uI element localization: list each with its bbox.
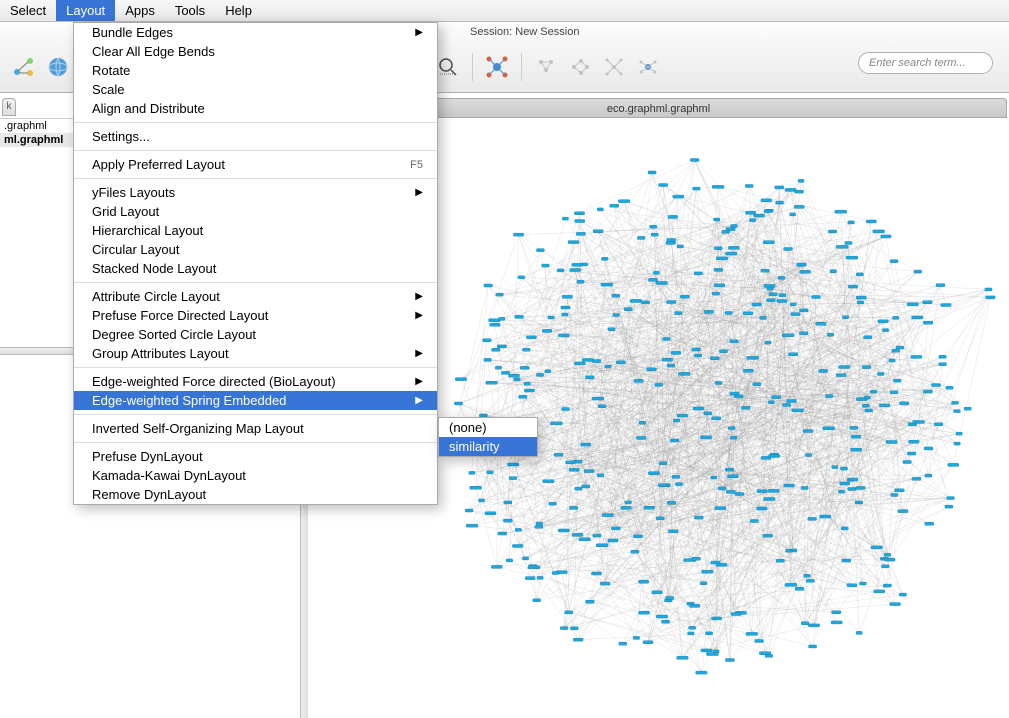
layout-small-2-icon[interactable] — [566, 53, 594, 81]
menu-help[interactable]: Help — [215, 0, 262, 21]
menu-item-label: Edge-weighted Spring Embedded — [92, 393, 286, 408]
menu-layout[interactable]: Layout — [56, 0, 115, 21]
menu-item-label: Remove DynLayout — [92, 487, 206, 502]
menu-item-label: Settings... — [92, 129, 150, 144]
menu-item-settings[interactable]: Settings... — [74, 127, 437, 146]
layout-small-3-icon[interactable] — [600, 53, 628, 81]
menu-item-label: Scale — [92, 82, 125, 97]
menu-item-edge-weighted-spring-embedded[interactable]: Edge-weighted Spring Embedded ▶ — [74, 391, 437, 410]
toolbar-separator — [472, 53, 473, 81]
menu-item-label: Prefuse Force Directed Layout — [92, 308, 268, 323]
network-icon[interactable] — [10, 53, 38, 81]
menu-item-label: Kamada-Kawai DynLayout — [92, 468, 246, 483]
chevron-right-icon: ▶ — [415, 291, 423, 302]
menu-separator — [74, 282, 437, 283]
submenu-item--none-[interactable]: (none) — [439, 418, 537, 437]
menu-item-hierarchical-layout[interactable]: Hierarchical Layout — [74, 221, 437, 240]
menu-item-label: Prefuse DynLayout — [92, 449, 203, 464]
menu-item-stacked-node-layout[interactable]: Stacked Node Layout — [74, 259, 437, 278]
menu-item-label: Align and Distribute — [92, 101, 205, 116]
menu-item-bundle-edges[interactable]: Bundle Edges ▶ — [74, 23, 437, 42]
menubar: SelectLayoutAppsToolsHelp — [0, 0, 1009, 22]
menu-separator — [74, 150, 437, 151]
menu-item-degree-sorted-circle-layout[interactable]: Degree Sorted Circle Layout — [74, 325, 437, 344]
globe-icon[interactable] — [44, 53, 72, 81]
magnifier-icon[interactable] — [434, 53, 462, 81]
chevron-right-icon: ▶ — [415, 376, 423, 387]
menu-item-yfiles-layouts[interactable]: yFiles Layouts ▶ — [74, 183, 437, 202]
menu-item-apply-preferred-layout[interactable]: Apply Preferred Layout F5 — [74, 155, 437, 174]
menu-item-inverted-self-organizing-map-layout[interactable]: Inverted Self-Organizing Map Layout — [74, 419, 437, 438]
menu-item-label: Edge-weighted Force directed (BioLayout) — [92, 374, 336, 389]
search-input[interactable]: Enter search term... — [858, 52, 993, 74]
menu-item-label: Degree Sorted Circle Layout — [92, 327, 256, 342]
menu-tools[interactable]: Tools — [165, 0, 215, 21]
menu-item-label: Stacked Node Layout — [92, 261, 216, 276]
menu-item-label: Grid Layout — [92, 204, 159, 219]
menu-item-rotate[interactable]: Rotate — [74, 61, 437, 80]
chevron-right-icon: ▶ — [415, 187, 423, 198]
menu-item-align-and-distribute[interactable]: Align and Distribute — [74, 99, 437, 118]
layout-menu-dropdown: Bundle Edges ▶ Clear All Edge Bends Rotate S… — [73, 22, 438, 505]
chevron-right-icon: ▶ — [415, 310, 423, 321]
menu-item-label: Clear All Edge Bends — [92, 44, 215, 59]
menu-item-label: Group Attributes Layout — [92, 346, 229, 361]
menu-item-label: Apply Preferred Layout — [92, 157, 225, 172]
menu-item-label: yFiles Layouts — [92, 185, 175, 200]
menu-item-label: Rotate — [92, 63, 130, 78]
menu-separator — [74, 178, 437, 179]
session-label: Session: New Session — [470, 26, 579, 38]
menu-apps[interactable]: Apps — [115, 0, 165, 21]
menu-separator — [74, 122, 437, 123]
menu-select[interactable]: Select — [0, 0, 56, 21]
menu-separator — [74, 367, 437, 368]
menu-separator — [74, 414, 437, 415]
chevron-right-icon: ▶ — [415, 348, 423, 359]
menu-item-label: Circular Layout — [92, 242, 179, 257]
menu-item-label: Bundle Edges — [92, 25, 173, 40]
menu-item-label: Inverted Self-Organizing Map Layout — [92, 421, 304, 436]
menu-item-grid-layout[interactable]: Grid Layout — [74, 202, 437, 221]
layout-submenu: (none)similarity — [438, 417, 538, 457]
chevron-right-icon: ▶ — [415, 27, 423, 38]
menu-item-remove-dynlayout[interactable]: Remove DynLayout — [74, 485, 437, 504]
menu-item-prefuse-force-directed-layout[interactable]: Prefuse Force Directed Layout ▶ — [74, 306, 437, 325]
menu-item-group-attributes-layout[interactable]: Group Attributes Layout ▶ — [74, 344, 437, 363]
menu-item-label: Attribute Circle Layout — [92, 289, 220, 304]
menu-shortcut: F5 — [410, 159, 423, 171]
layout-small-1-icon[interactable] — [532, 53, 560, 81]
left-panel-tab[interactable]: k — [2, 98, 16, 116]
menu-item-edge-weighted-force-directed-biolayout[interactable]: Edge-weighted Force directed (BioLayout)… — [74, 372, 437, 391]
layout-force-icon[interactable] — [483, 53, 511, 81]
menu-item-attribute-circle-layout[interactable]: Attribute Circle Layout ▶ — [74, 287, 437, 306]
search-placeholder: Enter search term... — [869, 57, 966, 69]
menu-item-label: Hierarchical Layout — [92, 223, 203, 238]
layout-small-4-icon[interactable] — [634, 53, 662, 81]
menu-item-circular-layout[interactable]: Circular Layout — [74, 240, 437, 259]
menu-separator — [74, 442, 437, 443]
menu-item-prefuse-dynlayout[interactable]: Prefuse DynLayout — [74, 447, 437, 466]
chevron-right-icon: ▶ — [415, 395, 423, 406]
menu-item-clear-all-edge-bends[interactable]: Clear All Edge Bends — [74, 42, 437, 61]
toolbar-separator — [521, 53, 522, 81]
submenu-item-similarity[interactable]: similarity — [439, 437, 537, 456]
menu-item-scale[interactable]: Scale — [74, 80, 437, 99]
menu-item-kamada-kawai-dynlayout[interactable]: Kamada-Kawai DynLayout — [74, 466, 437, 485]
